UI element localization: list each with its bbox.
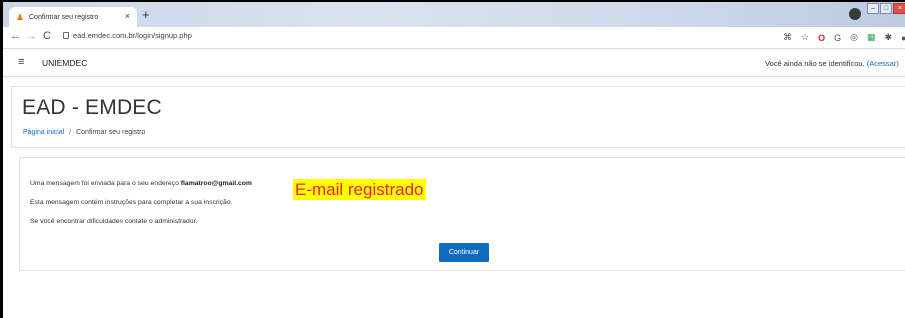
- bookmark-star-icon[interactable]: ☆: [801, 32, 809, 43]
- user-menu: Você ainda não se identificou. (Acessar): [765, 59, 899, 68]
- breadcrumb-current: Confirmar seu registro: [76, 129, 146, 136]
- email-address: flamatroo@gmail.com: [180, 180, 252, 187]
- breadcrumb: Página inicial / Confirmar seu registro: [23, 129, 145, 136]
- browser-window: ♟ Confirmar seu registro × + – □ × ← → C…: [0, 0, 905, 318]
- minimize-icon[interactable]: –: [867, 3, 879, 14]
- puzzle-icon[interactable]: ✱: [884, 32, 892, 43]
- site-navbar: ≡ UNIEMDEC Você ainda não se identificou…: [3, 50, 905, 77]
- menu-hamburger-icon[interactable]: ≡: [18, 57, 24, 68]
- new-tab-button[interactable]: +: [142, 8, 150, 21]
- tab-title: Confirmar seu registro: [29, 13, 99, 21]
- continue-button[interactable]: Continuar: [439, 243, 489, 262]
- page-title: EAD - EMDEC: [22, 96, 162, 119]
- login-link[interactable]: (Acessar): [867, 59, 899, 68]
- tab-strip: ♟ Confirmar seu registro × + – □ ×: [3, 2, 905, 27]
- email-sent-message: Uma mensagem foi enviada para o seu ende…: [30, 180, 252, 187]
- site-brand[interactable]: UNIEMDEC: [42, 58, 87, 68]
- back-icon[interactable]: ←: [10, 31, 21, 42]
- not-logged-in-text: Você ainda não se identificou.: [765, 59, 865, 68]
- opera-icon[interactable]: O: [818, 33, 825, 43]
- contact-admin-message: Se você encontrar dificuldades contate o…: [30, 218, 198, 225]
- email-sent-text: Uma mensagem foi enviada para o seu ende…: [30, 180, 181, 187]
- confirmation-card: Uma mensagem foi enviada para o seu ende…: [19, 157, 905, 271]
- maximize-icon[interactable]: □: [880, 3, 892, 14]
- reload-icon[interactable]: C: [43, 31, 51, 42]
- lock-icon: [63, 32, 69, 39]
- breadcrumb-home-link[interactable]: Página inicial: [23, 129, 64, 136]
- account-icon[interactable]: ●: [901, 33, 905, 43]
- close-tab-icon[interactable]: ×: [125, 12, 130, 21]
- forward-icon[interactable]: →: [26, 31, 37, 42]
- address-bar[interactable]: ead.emdec.com.br/login/signup.php: [63, 31, 192, 40]
- page-header-card: EAD - EMDEC Página inicial / Confirmar s…: [11, 86, 905, 148]
- email-registered-annotation: E-mail registrado: [293, 179, 426, 200]
- extension-circle-icon[interactable]: ◎: [850, 32, 858, 43]
- close-window-icon[interactable]: ×: [893, 3, 905, 14]
- browser-tab[interactable]: ♟ Confirmar seu registro ×: [9, 7, 137, 27]
- sheets-icon[interactable]: ▦: [867, 32, 876, 43]
- instructions-message: Esta mensagem contém instruções para com…: [30, 199, 233, 206]
- url-text: ead.emdec.com.br/login/signup.php: [73, 31, 192, 40]
- window-controls: – □ ×: [867, 3, 905, 14]
- breadcrumb-separator: /: [69, 129, 72, 136]
- profile-avatar-icon[interactable]: [849, 8, 861, 20]
- qr-icon[interactable]: ⌘: [783, 32, 792, 43]
- address-toolbar: ← → C ead.emdec.com.br/login/signup.php …: [3, 27, 905, 49]
- extension-icons: ⌘ ☆ O G ◎ ▦ ✱ ●: [783, 32, 905, 43]
- favicon-icon: ♟: [16, 12, 24, 22]
- google-icon[interactable]: G: [834, 33, 841, 43]
